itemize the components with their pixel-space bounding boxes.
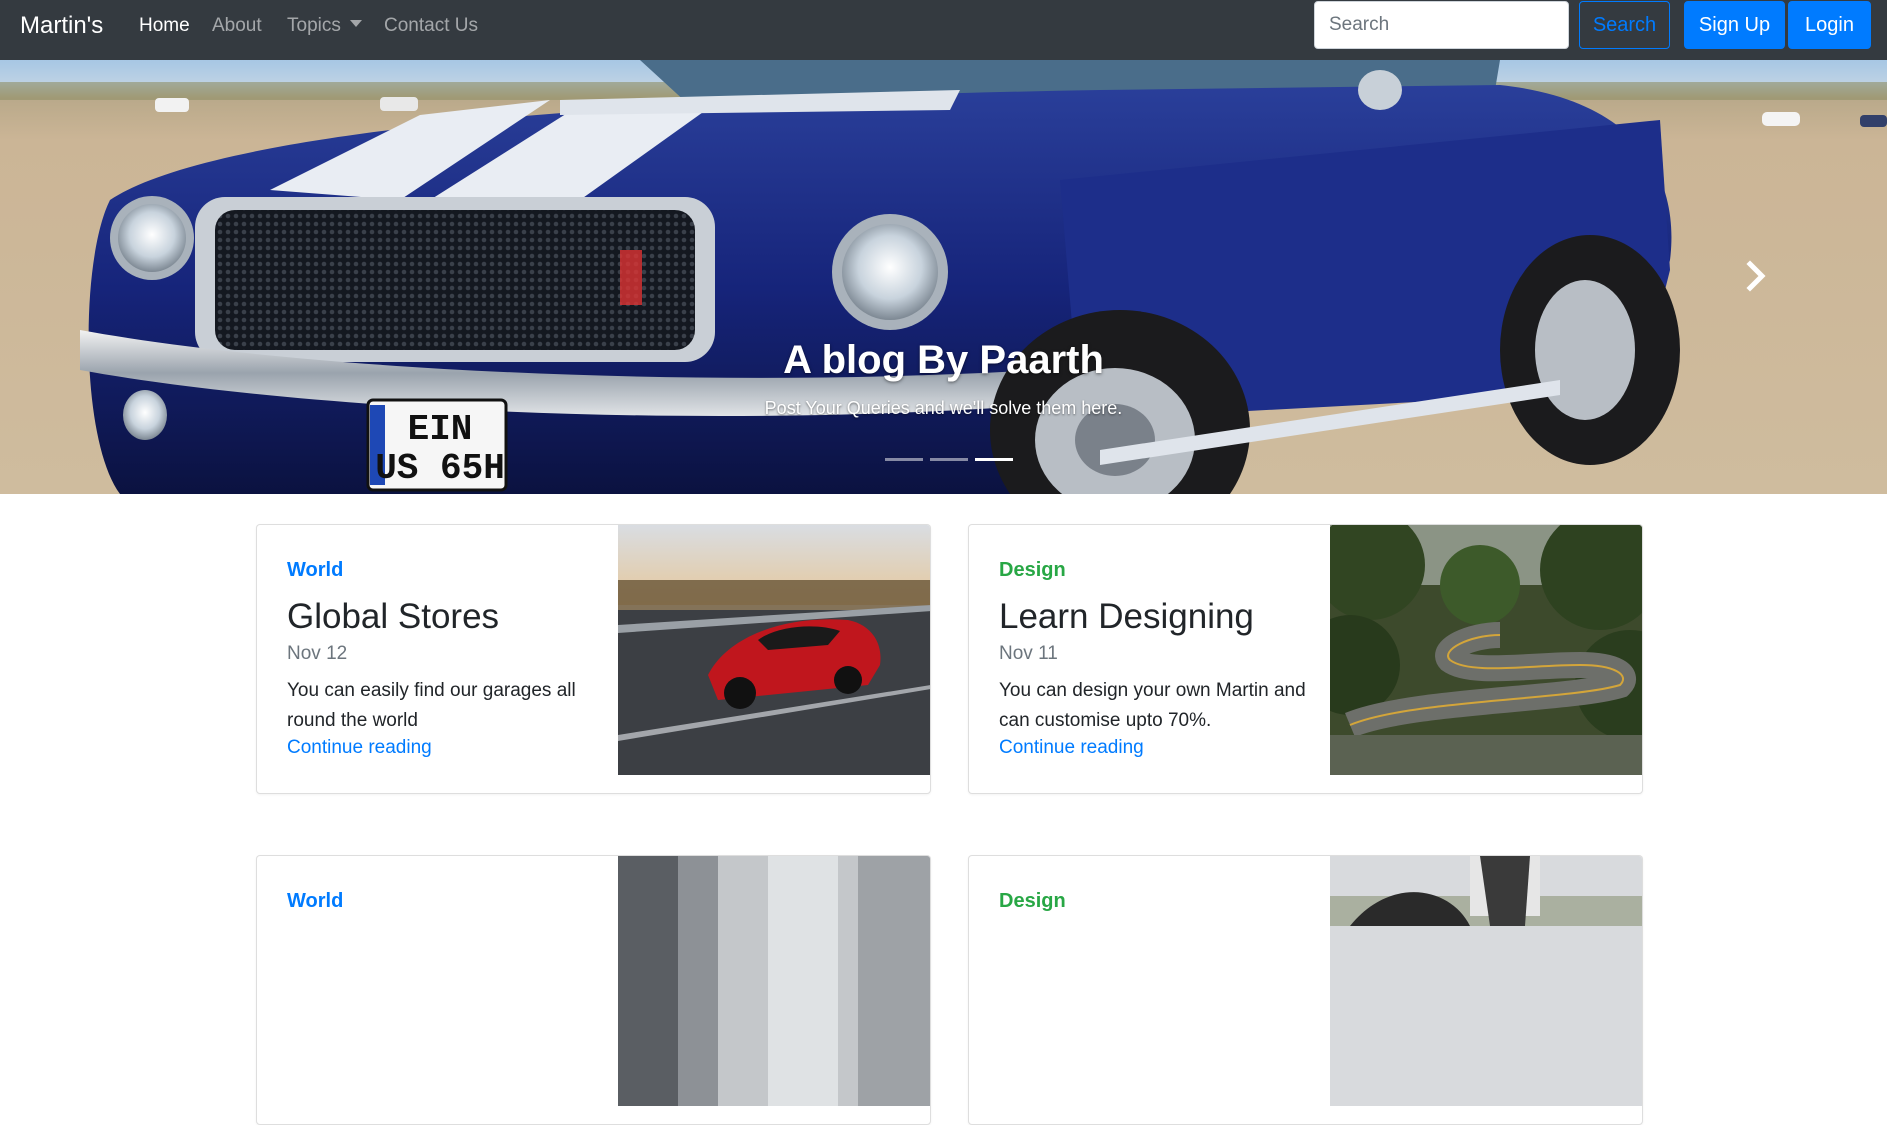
navbar: Martin's Home About Topics Contact Us Se… [0, 0, 1887, 60]
continue-reading-link[interactable]: Continue reading [999, 737, 1144, 759]
chevron-right-icon [1746, 260, 1766, 292]
plate-line-2: US 65H [375, 448, 505, 489]
nav-dropdown-topics[interactable]: Topics [287, 15, 362, 37]
building-image [618, 856, 930, 1106]
nav-link-contact[interactable]: Contact Us [384, 15, 478, 37]
card-date: Nov 12 [287, 643, 348, 664]
card-date: Nov 11 [999, 643, 1058, 664]
post-card-learn-designing: Design Learn Designing Nov 11 You can de… [968, 524, 1643, 794]
nav-link-topics-label: Topics [287, 15, 341, 36]
card-text: You can design your own Martin and can c… [999, 680, 1306, 731]
search-input[interactable] [1314, 1, 1569, 49]
card-category[interactable]: World [287, 559, 343, 582]
search-button[interactable]: Search [1579, 1, 1670, 49]
carousel-subtitle: Post Your Queries and we'll solve them h… [764, 398, 1123, 418]
card-category[interactable]: Design [999, 559, 1066, 582]
carousel-next-button[interactable] [1738, 258, 1774, 294]
brand-logo[interactable]: Martin's [20, 12, 103, 40]
card-text: You can easily find our garages all roun… [287, 680, 576, 731]
post-card-world-2: World [256, 855, 931, 1125]
continue-reading-link[interactable]: Continue reading [287, 737, 432, 759]
login-button[interactable]: Login [1788, 1, 1871, 49]
hero-car-image: EIN US 65H [0, 60, 1887, 494]
carousel-indicator-3[interactable] [975, 458, 1013, 461]
hero-carousel: EIN US 65H A blog By Paarth Post Your Qu… [0, 60, 1887, 494]
signup-button[interactable]: Sign Up [1684, 1, 1785, 49]
card-title: Global Stores [287, 597, 500, 636]
nav-link-about[interactable]: About [212, 15, 262, 37]
carousel-title: A blog By Paarth [783, 338, 1104, 382]
motorcycle-image [1330, 856, 1642, 1106]
card-title: Learn Designing [999, 597, 1254, 636]
card-category[interactable]: Design [999, 890, 1066, 913]
post-card-global-stores: World Global Stores Nov 12 You can easil… [256, 524, 931, 794]
carousel-indicator-2[interactable] [930, 458, 968, 461]
post-card-design-2: Design [968, 855, 1643, 1125]
red-sports-car-image [618, 525, 930, 775]
nav-link-home[interactable]: Home [139, 15, 190, 37]
card-category[interactable]: World [287, 890, 343, 913]
caret-down-icon [349, 20, 362, 27]
winding-road-image [1330, 525, 1642, 775]
carousel-indicator-1[interactable] [885, 458, 923, 461]
